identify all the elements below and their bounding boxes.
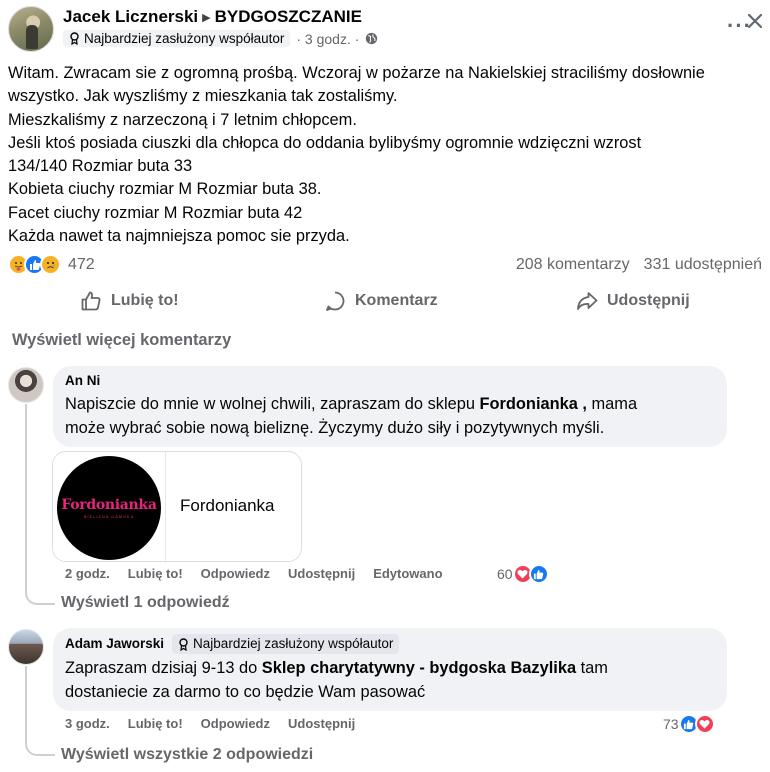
share-button[interactable]: Udostępnij (576, 284, 690, 318)
comment-time[interactable]: 3 godz. (65, 716, 110, 731)
post-text-line: Mieszkaliśmy z narzeczoną i 7 letnim chł… (8, 110, 357, 129)
post-text-line: Każda nawet ta najmniejsza pomoc sie prz… (8, 227, 350, 246)
comment-text-part: Zapraszam dzisiaj 9-13 do (65, 659, 262, 677)
comment-like-button[interactable]: Lubię to! (128, 716, 183, 731)
post-text: Witam. Zwracam sie z ogromną prośbą. Wcz… (8, 62, 763, 248)
view-replies-link[interactable]: Wyświetl wszystkie 2 odpowiedzi (61, 746, 313, 764)
comment-reaction-count: 73 (663, 716, 679, 732)
link-card-image: Fordonianka BIELIZNA DAMSKA (53, 452, 166, 561)
comment-share-button[interactable]: Udostępnij (288, 716, 355, 731)
comment-text-part: tam (576, 659, 608, 677)
comment-reactions[interactable]: 60 (497, 564, 549, 584)
reaction-summary[interactable]: 472 (8, 254, 95, 275)
like-label: Lubię to! (111, 292, 179, 309)
triangle-right-icon: ▶ (202, 11, 211, 24)
comment-author-line: Adam Jaworski Najbardziej zasłużony wspó… (65, 634, 715, 654)
author-avatar[interactable] (8, 6, 54, 52)
comment-button[interactable]: Komentarz (324, 284, 438, 318)
comment-icon (326, 291, 345, 311)
comment-meta: 3 godz. Lubię to! Odpowiedz Udostępnij (65, 716, 373, 731)
reaction-count: 472 (68, 255, 95, 273)
comment-bubble: Adam Jaworski Najbardziej zasłużony wspó… (53, 628, 727, 711)
post-author-line: Jacek Licznerski ▶ BYDGOSZCZANIE (63, 7, 362, 27)
post-text-line: Jeśli ktoś posiada ciuszki dla chłopca d… (8, 133, 642, 152)
post-text-line: Kobieta ciuchy rozmiar M Rozmiar buta 38… (8, 180, 322, 199)
logo-text: Fordonianka (61, 497, 157, 513)
comment-author-label[interactable]: An Ni (65, 372, 100, 390)
comment-author-name[interactable]: An Ni (65, 372, 715, 390)
comment-reaction-count: 60 (497, 566, 513, 582)
comment-text: Napiszcie do mnie w wolnej chwili, zapra… (65, 392, 715, 440)
post-counts: 208 komentarzy 331 udostępnień (516, 256, 762, 274)
comment-edited-label: Edytowano (373, 566, 443, 581)
comment-label: Komentarz (355, 292, 438, 309)
post-action-bar: Lubię to! Komentarz Udostępnij (0, 284, 770, 318)
post-text-line: Facet ciuchy rozmiar M Rozmiar buta 42 (8, 203, 303, 222)
commenter-avatar[interactable] (8, 629, 44, 665)
page-mention-link[interactable]: Sklep charytatywny - bydgoska Bazylika (262, 659, 576, 677)
shares-count[interactable]: 331 udostępnień (644, 256, 762, 274)
post-meta: Najbardziej zasłużony współautor · 3 god… (63, 30, 378, 47)
comment-reactions[interactable]: 73 (663, 714, 715, 734)
like-reaction-icon (528, 564, 549, 584)
comment-share-button[interactable]: Udostępnij (288, 566, 355, 581)
sad-reaction-icon (40, 254, 61, 275)
post-text-line: Witam. Zwracam sie z ogromną prośbą. Wcz… (8, 64, 705, 82)
link-card-title: Fordonianka (180, 496, 275, 515)
thread-line (25, 404, 55, 605)
comment-text-line: może wybrać sobie nową bieliznę. Życzymy… (65, 419, 605, 437)
fordonianka-logo: Fordonianka BIELIZNA DAMSKA (57, 456, 161, 560)
comment-text-line: dostaniecie za darmo to co będzie Wam pa… (65, 683, 426, 701)
comment-like-button[interactable]: Lubię to! (128, 566, 183, 581)
badge-label: Najbardziej zasłużony współautor (84, 31, 285, 46)
share-label: Udostępnij (607, 292, 690, 309)
like-button[interactable]: Lubię to! (80, 284, 179, 318)
badge-label: Najbardziej zasłużony współautor (193, 636, 394, 651)
commenter-avatar[interactable] (8, 367, 44, 403)
heart-reaction-icon (694, 714, 715, 734)
comment-meta: 2 godz. Lubię to! Odpowiedz Udostępnij E… (65, 566, 461, 581)
comment-text-line: Zapraszam dzisiaj 9-13 do Sklep charytat… (65, 656, 715, 680)
comment-text-part: Napiszcie do mnie w wolnej chwili, zapra… (65, 395, 480, 413)
comment-reply-button[interactable]: Odpowiedz (201, 566, 270, 581)
comment-text-line: Napiszcie do mnie w wolnej chwili, zapra… (65, 392, 715, 416)
badge-icon (70, 32, 79, 45)
author-name[interactable]: Jacek Licznerski (63, 7, 198, 27)
page-mention-link[interactable]: Fordonianka , (480, 395, 587, 413)
close-icon[interactable] (742, 8, 768, 34)
comment-text-part: mama (586, 395, 638, 413)
post-text-line: 134/140 Rozmiar buta 33 (8, 157, 193, 176)
logo-subtext: BIELIZNA DAMSKA (83, 514, 135, 519)
share-icon (577, 292, 598, 310)
comment-bubble: An Ni Napiszcie do mnie w wolnej chwili,… (53, 366, 727, 447)
view-more-comments-link[interactable]: Wyświetl więcej komentarzy (12, 331, 231, 350)
top-contributor-badge[interactable]: Najbardziej zasłużony współautor (172, 634, 400, 654)
page-link-card[interactable]: Fordonianka BIELIZNA DAMSKA Fordonianka (52, 451, 302, 562)
comment-time[interactable]: 2 godz. (65, 566, 110, 581)
thumbs-up-icon (81, 291, 101, 311)
post-time[interactable]: · 3 godz. · (296, 31, 359, 47)
comment-author-name[interactable]: Adam Jaworski (65, 635, 164, 653)
post-text-line: wszystko. Jak wyszliśmy z mieszkania tak… (8, 87, 398, 106)
group-name[interactable]: BYDGOSZCZANIE (215, 7, 362, 27)
comment-text: Zapraszam dzisiaj 9-13 do Sklep charytat… (65, 656, 715, 704)
view-replies-link[interactable]: Wyświetl 1 odpowiedź (61, 594, 230, 612)
badge-icon (179, 637, 188, 651)
top-contributor-badge[interactable]: Najbardziej zasłużony współautor (63, 30, 291, 47)
globe-icon (366, 32, 378, 45)
comments-count[interactable]: 208 komentarzy (516, 256, 630, 274)
comment-reply-button[interactable]: Odpowiedz (201, 716, 270, 731)
thread-line (25, 666, 55, 756)
